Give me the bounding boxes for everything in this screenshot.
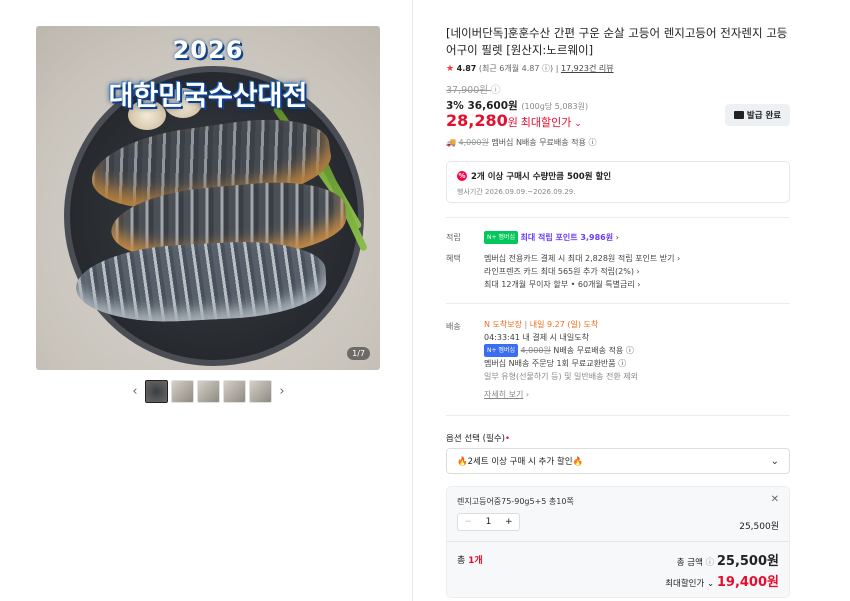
total-count: 총 1개 (457, 556, 483, 566)
shipping-line: 🚚 4,000원 멤버십 N배송 무료배송 적용 ⓘ (446, 137, 596, 148)
selected-option-box: 렌지고등어중75-90g5+5 총10쪽 ✕ − 1 + 25,500원 총 1… (446, 486, 790, 598)
option-item-name: 렌지고등어중75-90g5+5 총10쪽 (457, 497, 574, 506)
points-label: 적립 (446, 233, 461, 242)
close-icon[interactable]: ✕ (771, 494, 779, 505)
truck-icon: 🚚 (446, 138, 456, 147)
final-price-row[interactable]: 28,280원 최대할인가 ⌄ (446, 111, 582, 130)
delivery-note: 일부 유형(선물하기 등) 및 일반배송 전환 제외 (484, 372, 638, 381)
info-icon: ⓘ (705, 558, 715, 568)
benefit-item[interactable]: 멤버십 전용카드 결제 시 최대 2,828원 적립 포인트 받기 › (484, 252, 680, 265)
promo-title: 2개 이상 구매시 수량만큼 500원 할인 (471, 172, 612, 182)
final-price-unit: 원 (507, 116, 518, 129)
chevron-down-icon: ⌄ (770, 455, 779, 467)
original-price: 37,900원 ⓘ (446, 82, 501, 96)
thumbnail[interactable] (223, 379, 246, 403)
total-amount: 총 금액 ⓘ 25,500원 (676, 554, 779, 569)
image-counter: 1/7 (347, 347, 370, 360)
star-icon: ★ (446, 64, 455, 74)
final-price-label: 최대할인가 (520, 116, 572, 129)
delivery-old-fee: 4,000원 (520, 346, 551, 355)
discount-icon: % (457, 171, 467, 181)
quantity-value[interactable]: 1 (478, 517, 498, 527)
divider (446, 415, 790, 416)
promo-box: % 2개 이상 구매시 수량만큼 500원 할인 행사기간 2026.09.09.… (446, 161, 790, 203)
delivery-n-text: N배송 무료배송 적용 (553, 346, 624, 355)
delivery-label: 배송 (446, 322, 461, 331)
coupon-button[interactable]: 발급 완료 (725, 104, 790, 126)
chevron-right-icon[interactable]: › (275, 384, 289, 399)
plus-button[interactable]: + (499, 517, 519, 527)
info-icon[interactable]: ⓘ (491, 82, 501, 96)
delivery-cutoff: 04:33:41 내 결제 시 내일도착 (484, 333, 589, 342)
banner-title: 대한민국수산대전 (108, 81, 308, 112)
shipping-text: 멤버십 N배송 무료배송 적용 (491, 138, 586, 147)
rating-value: 4.87 (456, 64, 477, 73)
coupon-icon (733, 111, 744, 119)
option-item-price: 25,500원 (739, 522, 779, 532)
info-icon[interactable]: ⓘ (618, 359, 626, 368)
shipping-old-price: 4,000원 (458, 138, 489, 147)
points-row[interactable]: N+ 멤버십 최대 적립 포인트 3,986원 › (484, 231, 619, 244)
delivery-badge: N 도착보장 (484, 320, 522, 329)
product-gallery: 2026 대한민국수산대전 1/7 ‹ › (0, 0, 412, 601)
final-price: 28,280 (446, 111, 508, 130)
benefit-item[interactable]: 최대 12개월 무이자 할부 • 60개월 특별금리 › (484, 278, 680, 291)
quantity-stepper: − 1 + (457, 513, 520, 531)
membership-badge: N+ 멤버십 (484, 231, 518, 244)
delivery-info: N 도착보장 | 내일 9.27 (일) 도착 04:33:41 내 결제 시 … (484, 320, 638, 399)
thumbnail[interactable] (145, 379, 168, 403)
membership-badge: N+ 멤버십 (484, 344, 518, 357)
max-discount-total[interactable]: 최대할인가 ⌄ 19,400원 (665, 571, 779, 590)
divider (446, 217, 790, 218)
rating-detail: (최근 6개월 4.87 (478, 64, 540, 73)
chevron-down-icon: ⌄ (707, 579, 715, 589)
option-label: 옵션 선택 (필수)• (446, 434, 510, 444)
divider (446, 303, 790, 304)
delivery-eta: 내일 9.27 (일) 도착 (529, 320, 599, 329)
benefit-label: 혜택 (446, 254, 461, 263)
info-icon[interactable]: ⓘ) (542, 64, 553, 73)
banner-year: 2026 (172, 36, 244, 64)
rating-row: ★ 4.87 (최근 6개월 4.87 ⓘ) | 17,923건 리뷰 (446, 64, 614, 74)
thumbnail[interactable] (249, 379, 272, 403)
review-link[interactable]: 17,923건 리뷰 (561, 64, 614, 73)
coupon-button-label: 발급 완료 (746, 111, 782, 121)
option-select-text: 🔥2세트 이상 구매 시 추가 할인🔥 (457, 457, 584, 467)
chevron-down-icon: ⌄ (574, 119, 582, 129)
unit-price: (100g당 5,083원) (521, 102, 589, 111)
info-icon[interactable]: ⓘ (588, 138, 596, 147)
minus-button[interactable]: − (458, 517, 478, 527)
product-title: [네이버단독]훈훈수산 간편 구운 순살 고등어 렌지고등어 전자렌지 고등어구… (446, 26, 788, 57)
required-mark: • (504, 434, 510, 444)
delivery-exchange: 멤버십 N배송 주문당 1회 무료교환반품 (484, 359, 616, 368)
thumbnail[interactable] (171, 379, 194, 403)
benefit-item[interactable]: 라인프렌즈 카드 최대 565원 추가 적립(2%) › (484, 265, 680, 278)
info-icon[interactable]: ⓘ (626, 346, 634, 355)
thumbnail-strip: ‹ › (128, 379, 289, 403)
thumbnail[interactable] (197, 379, 220, 403)
chevron-left-icon[interactable]: ‹ (128, 384, 142, 399)
more-link[interactable]: 자세히 보기 (484, 390, 523, 399)
points-text: 최대 적립 포인트 3,986원 (520, 233, 614, 242)
benefit-list: 멤버십 전용카드 결제 시 최대 2,828원 적립 포인트 받기 › 라인프렌… (484, 252, 680, 291)
divider (412, 0, 413, 601)
promo-period: 행사기간 2026.09.09.~2026.09.29. (457, 188, 576, 196)
option-select[interactable]: 🔥2세트 이상 구매 시 추가 할인🔥 ⌄ (446, 448, 790, 474)
main-product-image[interactable]: 2026 대한민국수산대전 1/7 (36, 26, 380, 370)
divider (447, 541, 789, 542)
